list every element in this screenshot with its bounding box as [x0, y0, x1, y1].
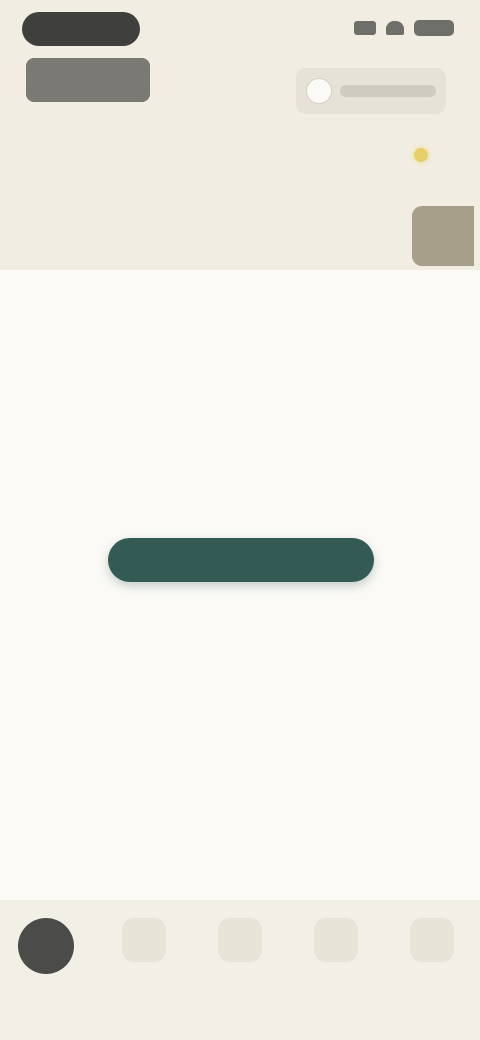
day-item-6[interactable]: [347, 206, 391, 262]
brand-logo: [26, 58, 150, 102]
date-display: [40, 138, 140, 144]
bottom-navigation: [0, 900, 480, 1040]
sun-icon: [414, 148, 428, 162]
main-content: [0, 270, 480, 900]
avatar: [306, 78, 332, 104]
signal-icon: [354, 21, 376, 35]
day-item-4[interactable]: [216, 206, 260, 262]
home-icon: [18, 918, 74, 974]
nav-item-5[interactable]: [404, 918, 460, 996]
day-selector: [0, 206, 480, 270]
day-item-selected[interactable]: [411, 206, 474, 266]
status-icons: [354, 20, 454, 36]
day-item-5[interactable]: [281, 206, 325, 262]
day-item-2[interactable]: [85, 206, 129, 262]
profile-icon: [410, 918, 454, 962]
nav-item-3[interactable]: [212, 918, 268, 996]
nav-item-4[interactable]: [308, 918, 364, 996]
chart-icon: [314, 918, 358, 962]
list-icon: [218, 918, 262, 962]
calendar-icon: [122, 918, 166, 962]
primary-action-button[interactable]: [108, 538, 374, 582]
user-label: [340, 85, 436, 97]
weather-widget: [414, 148, 440, 162]
day-item-1[interactable]: [20, 206, 64, 262]
wifi-icon: [386, 21, 404, 35]
app-header: [0, 0, 480, 270]
day-item-3[interactable]: [151, 206, 195, 262]
status-time: [22, 12, 140, 46]
user-menu-button[interactable]: [296, 68, 446, 114]
nav-item-1[interactable]: [18, 918, 74, 996]
battery-icon: [414, 20, 454, 36]
nav-item-2[interactable]: [116, 918, 172, 996]
status-bar: [0, 0, 480, 60]
